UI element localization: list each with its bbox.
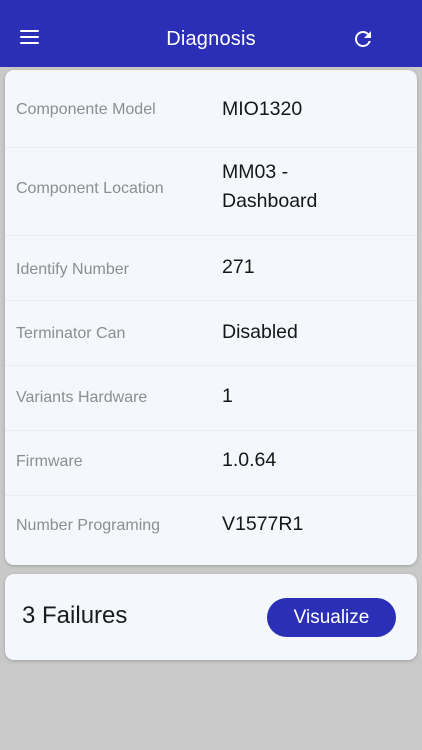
info-row-identify-number: Identify Number 271 xyxy=(5,235,417,301)
refresh-icon xyxy=(355,31,371,47)
info-label: Identify Number xyxy=(16,261,129,278)
info-label: Componente Model xyxy=(16,101,156,118)
info-row-location: Component Location MM03 - Dashboard xyxy=(5,147,417,236)
app-bar: Diagnosis xyxy=(0,0,422,67)
info-value: MIO1320 xyxy=(222,98,303,120)
info-row-variants-hardware: Variants Hardware 1 xyxy=(5,365,417,431)
info-label: Variants Hardware xyxy=(16,389,148,406)
info-value: 1.0.64 xyxy=(222,449,277,471)
info-value: V1577R1 xyxy=(222,513,304,535)
info-row-terminator-can: Terminator Can Disabled xyxy=(5,300,417,366)
info-value: 1 xyxy=(222,385,233,407)
info-label: Terminator Can xyxy=(16,325,126,342)
info-label: Component Location xyxy=(16,180,164,197)
info-row-model: Componente Model MIO1320 xyxy=(5,70,417,148)
component-info-card: Componente Model MIO1320 Component Locat… xyxy=(5,70,417,565)
info-label: Firmware xyxy=(16,453,83,470)
info-row-firmware: Firmware 1.0.64 xyxy=(5,430,417,496)
info-value: 271 xyxy=(222,256,255,278)
failures-count: 3 Failures xyxy=(22,602,128,629)
refresh-button[interactable] xyxy=(351,27,375,51)
info-value: Disabled xyxy=(222,321,298,343)
visualize-button[interactable]: Visualize xyxy=(267,598,396,637)
info-label: Number Programing xyxy=(16,517,161,534)
failures-card: 3 Failures Visualize xyxy=(5,574,417,660)
info-row-number-programing: Number Programing V1577R1 xyxy=(5,495,417,565)
info-value: MM03 - Dashboard xyxy=(222,161,318,212)
